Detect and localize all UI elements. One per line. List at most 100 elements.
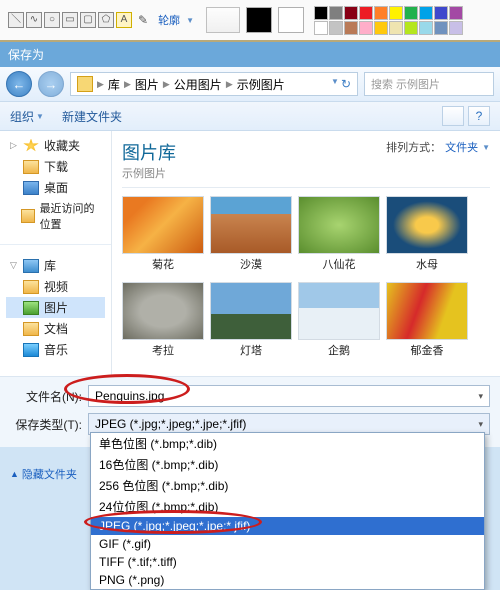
tool-line[interactable]: ＼ [8, 12, 24, 28]
hide-folders-link[interactable]: ▲ 隐藏文件夹 [10, 466, 77, 482]
palette-color[interactable] [329, 6, 343, 20]
tool-oval[interactable]: ○ [44, 12, 60, 28]
palette-color[interactable] [389, 6, 403, 20]
palette-color[interactable] [434, 21, 448, 35]
palette-color[interactable] [449, 6, 463, 20]
palette-color[interactable] [404, 21, 418, 35]
help-button[interactable]: ? [468, 106, 490, 126]
dropdown-option[interactable]: 单色位图 (*.bmp;*.dib) [91, 433, 484, 454]
nav-back-button[interactable]: ← [6, 71, 32, 97]
color1-swatch[interactable] [246, 7, 272, 33]
star-icon [23, 139, 39, 153]
dropdown-option[interactable]: GIF (*.gif) [91, 535, 484, 553]
tool-rect[interactable]: ▭ [62, 12, 78, 28]
chevron-down-icon[interactable]: ▾ [478, 391, 483, 402]
breadcrumb-part[interactable]: 公用图片 [174, 76, 222, 93]
thumbnail-label: 沙漠 [210, 256, 292, 272]
hide-folders-label: 隐藏文件夹 [22, 466, 77, 482]
palette-color[interactable] [344, 21, 358, 35]
palette-color[interactable] [449, 21, 463, 35]
line-width-preview[interactable] [206, 7, 240, 33]
palette-color[interactable] [419, 6, 433, 20]
new-folder-button[interactable]: 新建文件夹 [62, 108, 122, 125]
sidebar-item-recent[interactable]: 最近访问的位置 [6, 198, 105, 234]
color-palette [314, 6, 463, 35]
new-folder-label: 新建文件夹 [62, 108, 122, 125]
tool-curve[interactable]: ∿ [26, 12, 42, 28]
thumbnail-item[interactable]: 企鹅 [298, 282, 380, 358]
sidebar-item-downloads[interactable]: 下载 [6, 156, 105, 177]
palette-color[interactable] [434, 6, 448, 20]
tool-poly[interactable]: ⬠ [98, 12, 114, 28]
breadcrumb-part[interactable]: 库 [108, 76, 120, 93]
search-input[interactable]: 搜索 示例图片 [364, 72, 494, 96]
palette-color[interactable] [359, 6, 373, 20]
sidebar-item-documents[interactable]: 文档 [6, 318, 105, 339]
thumbnail-item[interactable]: 菊花 [122, 196, 204, 272]
palette-color[interactable] [389, 21, 403, 35]
palette-color[interactable] [314, 6, 328, 20]
palette-color[interactable] [344, 6, 358, 20]
sidebar-item-label: 图片 [44, 299, 68, 316]
folder-icon [77, 76, 93, 92]
thumbnail-item[interactable]: 沙漠 [210, 196, 292, 272]
chevron-right-icon: ▶ [124, 79, 131, 90]
thumbnail-image [386, 196, 468, 254]
thumbnail-label: 八仙花 [298, 256, 380, 272]
thumbnail-grid: 菊花沙漠八仙花水母考拉灯塔企鹅郁金香 [122, 196, 490, 358]
outline-dropdown-icon[interactable]: ▼ [186, 16, 194, 25]
color2-swatch[interactable] [278, 7, 304, 33]
desktop-icon [23, 181, 39, 195]
dropdown-option[interactable]: 16色位图 (*.bmp;*.dib) [91, 454, 484, 475]
sidebar-item-music[interactable]: 音乐 [6, 339, 105, 360]
thumbnail-item[interactable]: 八仙花 [298, 196, 380, 272]
dropdown-option[interactable]: 256 色位图 (*.bmp;*.dib) [91, 475, 484, 496]
breadcrumb-part[interactable]: 示例图片 [237, 76, 285, 93]
search-placeholder: 搜索 示例图片 [371, 76, 440, 92]
palette-color[interactable] [374, 6, 388, 20]
music-icon [23, 343, 39, 357]
thumbnail-item[interactable]: 考拉 [122, 282, 204, 358]
sidebar-item-favorites[interactable]: ▷收藏夹 [6, 135, 105, 156]
refresh-icon[interactable]: ↻ [341, 77, 351, 91]
chevron-down-icon: ▼ [482, 143, 490, 152]
breadcrumb[interactable]: ▶ 库 ▶ 图片 ▶ 公用图片 ▶ 示例图片 ▼ ↻ [70, 72, 358, 96]
sidebar-item-video[interactable]: 视频 [6, 276, 105, 297]
thumbnail-label: 郁金香 [386, 342, 468, 358]
view-mode-button[interactable] [442, 106, 464, 126]
sort-label-text: 排列方式： [386, 139, 441, 155]
thumbnail-label: 考拉 [122, 342, 204, 358]
recent-icon [21, 209, 34, 223]
sidebar-item-pictures[interactable]: 图片 [6, 297, 105, 318]
sidebar-item-label: 桌面 [44, 179, 68, 196]
thumbnail-image [122, 282, 204, 340]
thumbnail-item[interactable]: 郁金香 [386, 282, 468, 358]
dropdown-option[interactable]: 24位位图 (*.bmp;*.dib) [91, 496, 484, 517]
outline-link[interactable]: 轮廓 [158, 12, 180, 28]
filetype-dropdown[interactable]: 单色位图 (*.bmp;*.dib)16色位图 (*.bmp;*.dib)256… [90, 432, 485, 590]
palette-color[interactable] [374, 21, 388, 35]
chevron-down-icon[interactable]: ▾ [478, 419, 483, 430]
chevron-right-icon: ▶ [97, 79, 104, 90]
palette-color[interactable] [404, 6, 418, 20]
dropdown-option[interactable]: TIFF (*.tif;*.tiff) [91, 553, 484, 571]
palette-color[interactable] [419, 21, 433, 35]
breadcrumb-part[interactable]: 图片 [135, 76, 159, 93]
breadcrumb-dropdown-icon[interactable]: ▼ [331, 77, 339, 91]
library-icon [23, 259, 39, 273]
sidebar-item-desktop[interactable]: 桌面 [6, 177, 105, 198]
filename-input[interactable]: Penguins.jpg ▾ [88, 385, 490, 407]
palette-color[interactable] [314, 21, 328, 35]
dropdown-option[interactable]: JPEG (*.jpg;*.jpeg;*.jpe;*.jfif) [91, 517, 484, 535]
nav-forward-button[interactable]: → [38, 71, 64, 97]
palette-color[interactable] [359, 21, 373, 35]
tool-text[interactable]: A [116, 12, 132, 28]
thumbnail-item[interactable]: 水母 [386, 196, 468, 272]
palette-color[interactable] [329, 21, 343, 35]
dropdown-option[interactable]: PNG (*.png) [91, 571, 484, 589]
tool-roundrect[interactable]: ▢ [80, 12, 96, 28]
sidebar-item-library[interactable]: ▽库 [6, 255, 105, 276]
sort-control[interactable]: 排列方式： 文件夹 ▼ [386, 139, 490, 155]
organize-button[interactable]: 组织 ▼ [10, 108, 44, 125]
thumbnail-item[interactable]: 灯塔 [210, 282, 292, 358]
